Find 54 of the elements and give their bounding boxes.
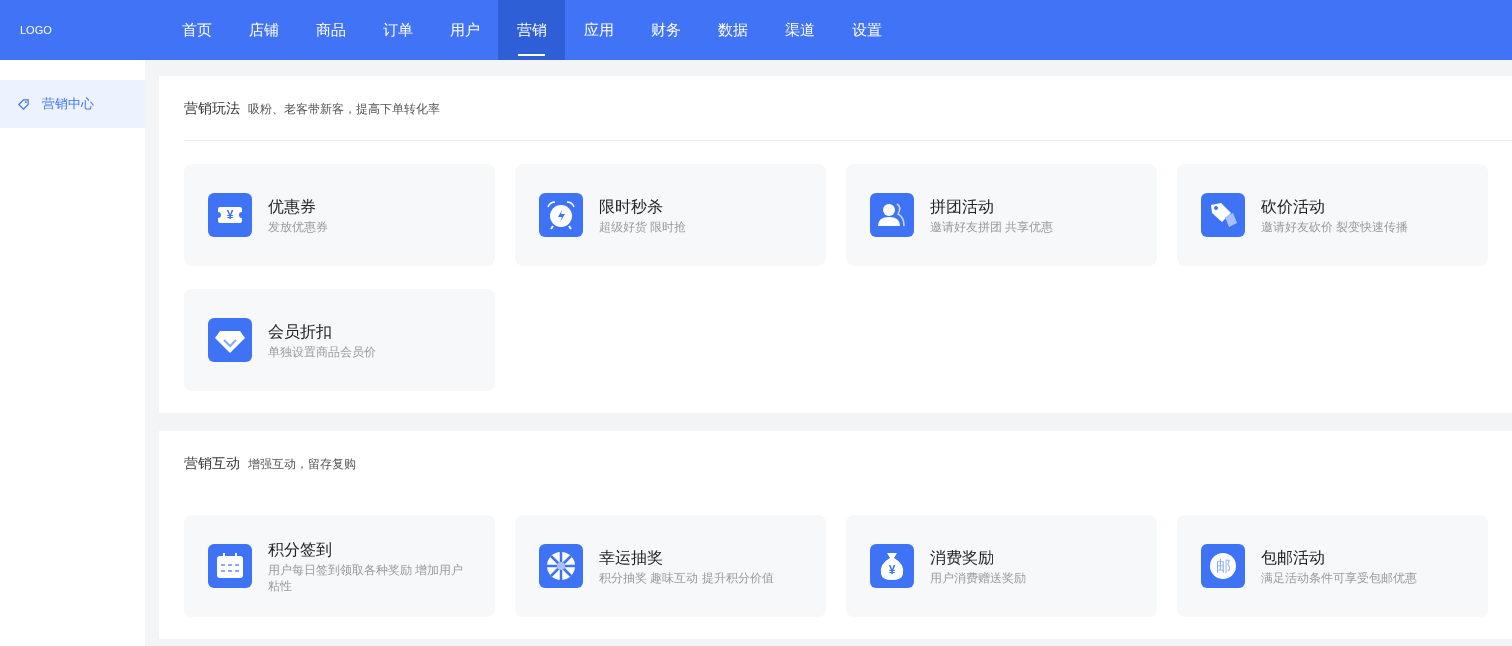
- logo: LOGO: [20, 22, 53, 38]
- feature-card[interactable]: 拼团活动 邀请好友拼团 共享优惠: [846, 164, 1157, 266]
- round-stamp-icon: 邮: [1201, 544, 1245, 588]
- ticket-icon: ¥: [208, 193, 252, 237]
- feature-card[interactable]: ¥ 优惠券 发放优惠券: [184, 164, 495, 266]
- card-title: 包邮活动: [1261, 548, 1326, 568]
- card-description: 单独设置商品会员价: [268, 344, 377, 360]
- card-description: 发放优惠券: [268, 219, 329, 235]
- price-tag-icon: [1201, 193, 1245, 237]
- nav-tab[interactable]: 商品: [297, 0, 364, 60]
- feature-card[interactable]: 邮 包邮活动 满足活动条件可享受包邮优惠: [1177, 515, 1488, 617]
- card-title: 限时秒杀: [599, 197, 664, 217]
- card-title: 拼团活动: [930, 197, 995, 217]
- nav-tab[interactable]: 数据: [699, 0, 766, 60]
- card-title: 砍价活动: [1261, 197, 1326, 217]
- alarm-clock-icon: [539, 193, 583, 237]
- card-title: 消费奖励: [930, 548, 995, 568]
- card-description: 邀请好友拼团 共享优惠: [930, 219, 1055, 235]
- nav-tab[interactable]: 用户: [431, 0, 498, 60]
- card-title: 会员折扣: [268, 322, 333, 342]
- section-title: 营销互动: [184, 454, 240, 473]
- nav-tab[interactable]: 渠道: [766, 0, 833, 60]
- feature-card[interactable]: 砍价活动 邀请好友砍价 裂变快速传播: [1177, 164, 1488, 266]
- card-description: 邀请好友砍价 裂变快速传播: [1261, 219, 1410, 235]
- nav-tab[interactable]: 首页: [163, 0, 230, 60]
- card-description: 用户消费赠送奖励: [930, 570, 1027, 586]
- card-title: 积分签到: [268, 540, 333, 560]
- card-description: 满足活动条件可享受包邮优惠: [1261, 570, 1418, 586]
- nav-tab[interactable]: 财务: [632, 0, 699, 60]
- tag-icon: [17, 97, 30, 111]
- calendar-icon: [208, 544, 252, 588]
- feature-card[interactable]: 幸运抽奖 积分抽奖 趣味互动 提升积分价值: [515, 515, 826, 617]
- nav-tab[interactable]: 设置: [833, 0, 900, 60]
- section-title: 营销玩法: [184, 99, 240, 118]
- feature-card[interactable]: 会员折扣 单独设置商品会员价: [184, 289, 495, 391]
- card-description: 用户每日签到领取各种奖励 增加用户粘性: [268, 562, 465, 594]
- card-title: 优惠券: [268, 197, 317, 217]
- card-description: 积分抽奖 趣味互动 提升积分价值: [599, 570, 775, 586]
- section-subtitle: 吸粉、老客带新客，提高下单转化率: [248, 101, 440, 118]
- nav-tab[interactable]: 店铺: [230, 0, 297, 60]
- feature-card[interactable]: ¥ 消费奖励 用户消费赠送奖励: [846, 515, 1157, 617]
- feature-card[interactable]: 积分签到 用户每日签到领取各种奖励 增加用户粘性: [184, 515, 495, 617]
- people-icon: [870, 193, 914, 237]
- feature-card[interactable]: 限时秒杀 超级好货 限时抢: [515, 164, 826, 266]
- active-underline: [518, 54, 545, 56]
- sidebar-item[interactable]: 营销中心: [0, 80, 145, 128]
- wheel-icon: [539, 544, 583, 588]
- section-subtitle: 增强互动，留存复购: [248, 456, 356, 473]
- nav-tab[interactable]: 订单: [364, 0, 431, 60]
- money-bag-icon: ¥: [870, 544, 914, 588]
- nav-tab[interactable]: 应用: [565, 0, 632, 60]
- card-description: 超级好货 限时抢: [599, 219, 688, 235]
- nav-tab[interactable]: 营销: [498, 0, 565, 60]
- card-title: 幸运抽奖: [599, 548, 664, 568]
